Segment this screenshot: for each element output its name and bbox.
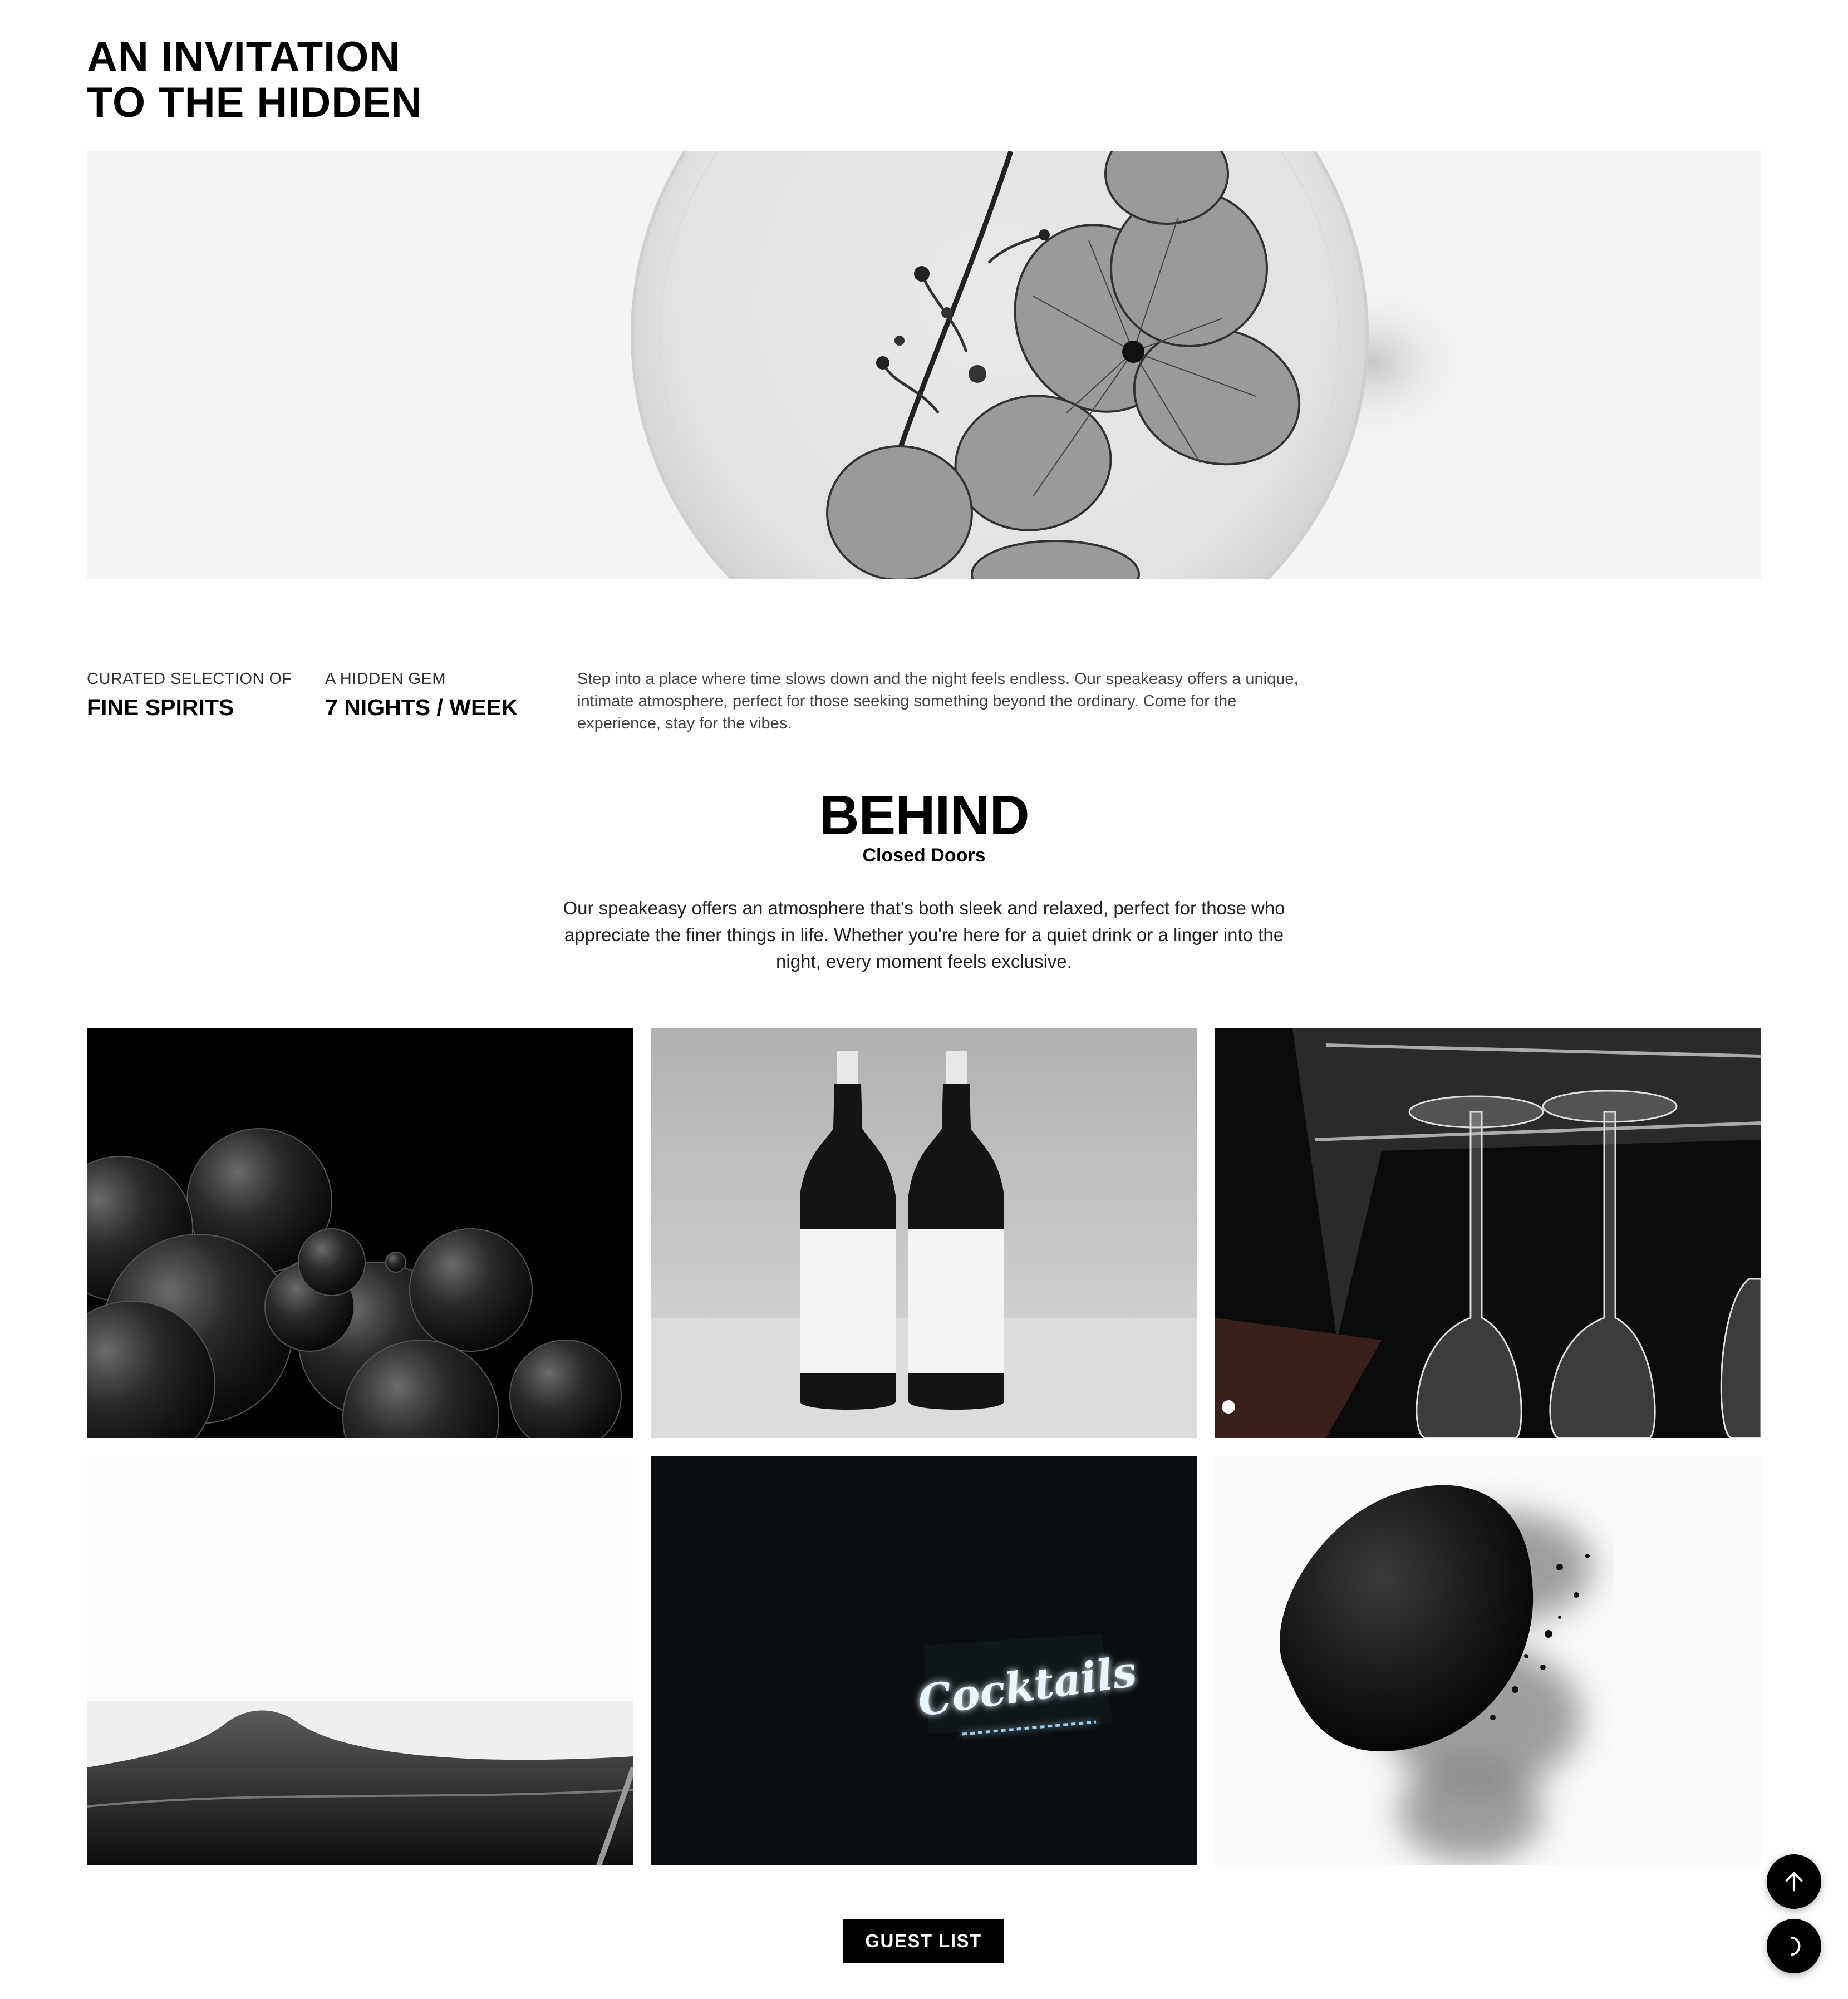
gallery-image-drink-foam [87, 1456, 633, 1865]
hero-title: AN INVITATION TO THE HIDDEN [87, 35, 422, 126]
gallery-image-hanging-glasses [1215, 1028, 1761, 1438]
page: AN INVITATION TO THE HIDDEN CURATED SELE… [0, 0, 1848, 1999]
stat-nights: A HIDDEN GEM 7 NIGHTS / WEEK [325, 668, 518, 722]
intro-text: Step into a place where time slows down … [577, 670, 1299, 732]
hero-image [87, 151, 1761, 579]
stat-eyebrow: CURATED SELECTION OF [87, 670, 292, 688]
arrow-up-icon [1785, 1872, 1803, 1892]
moon-icon [1791, 1936, 1801, 1956]
stat-value: 7 NIGHTS / WEEK [325, 695, 518, 720]
stat-eyebrow: A HIDDEN GEM [325, 670, 446, 688]
stat-value: FINE SPIRITS [87, 695, 234, 720]
guest-list-button[interactable]: GUEST LIST [843, 1919, 1004, 1963]
gallery-image-wine-bottles [651, 1028, 1197, 1438]
behind-subtitle: Closed Doors [862, 845, 986, 866]
behind-title: BEHIND [819, 784, 1029, 846]
gallery-image-smoke-lemon [1215, 1456, 1761, 1865]
gallery-image-cocktails-neon: Cocktails [651, 1456, 1197, 1865]
behind-text: Our speakeasy offers an atmosphere that'… [563, 898, 1285, 972]
scroll-to-top-button[interactable] [1767, 1854, 1821, 1909]
hero-title-line-1: AN INVITATION [87, 33, 401, 81]
gallery-image-bubbles [87, 1028, 633, 1438]
stat-fine-spirits: CURATED SELECTION OF FINE SPIRITS [87, 668, 292, 722]
theme-toggle-button[interactable] [1767, 1919, 1821, 1973]
hero-title-line-2: TO THE HIDDEN [87, 79, 422, 126]
